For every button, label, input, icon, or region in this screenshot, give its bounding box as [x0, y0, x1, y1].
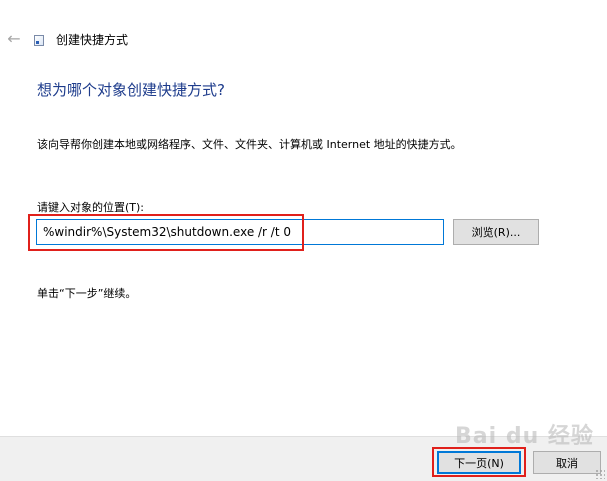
shortcut-wizard-icon	[34, 35, 44, 46]
location-label: 请键入对象的位置(T):	[37, 201, 145, 214]
wizard-heading: 想为哪个对象创建快捷方式?	[37, 81, 225, 99]
create-shortcut-wizard: ← 创建快捷方式 想为哪个对象创建快捷方式? 该向导帮你创建本地或网络程序、文件…	[0, 0, 607, 481]
instruction-text: 单击“下一步”继续。	[37, 287, 137, 300]
browse-button[interactable]: 浏览(R)...	[453, 219, 539, 245]
wizard-description: 该向导帮你创建本地或网络程序、文件、文件夹、计算机或 Internet 地址的快…	[37, 138, 462, 151]
back-arrow-icon[interactable]: ←	[4, 28, 24, 48]
cancel-button[interactable]: 取消	[533, 451, 601, 474]
location-input[interactable]	[36, 219, 444, 245]
next-button[interactable]: 下一页(N)	[437, 451, 521, 474]
resize-grip[interactable]	[595, 469, 605, 479]
window-title: 创建快捷方式	[56, 33, 129, 47]
